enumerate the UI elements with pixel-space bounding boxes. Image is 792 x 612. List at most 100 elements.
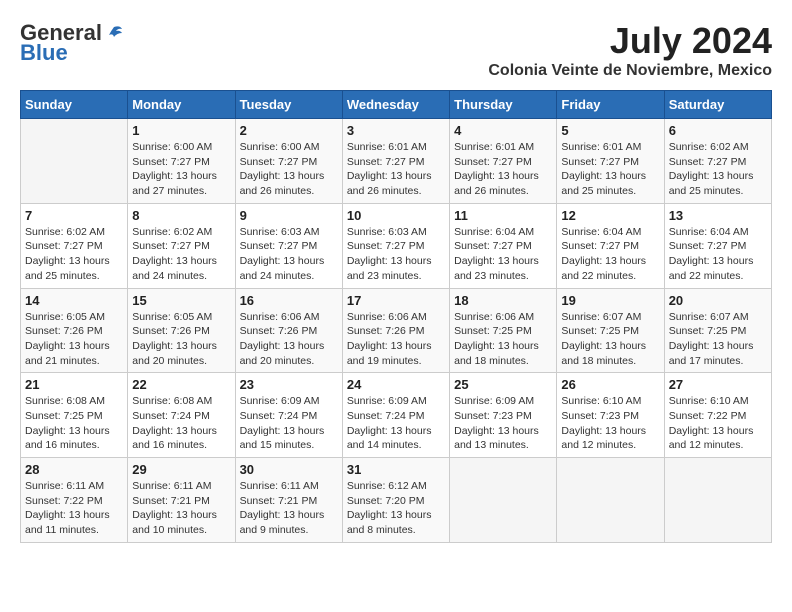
calendar-day-cell: 5Sunrise: 6:01 AMSunset: 7:27 PMDaylight… [557, 119, 664, 204]
calendar-day-cell: 6 Sunrise: 6:02 AMSunset: 7:27 PMDaylight… [664, 119, 771, 204]
day-number: 20 [669, 293, 767, 308]
day-info: Sunrise: 6:00 AMSunset: 7:27 PMDaylight:… [132, 140, 230, 199]
day-number: 3 [347, 123, 445, 138]
calendar-day-cell: 31 Sunrise: 6:12 AMSunset: 7:20 PMDayligh… [342, 458, 449, 543]
day-number: 7 [25, 208, 123, 223]
day-number: 13 [669, 208, 767, 223]
day-info: Sunrise: 6:03 AMSunset: 7:27 PMDaylight:… [240, 225, 338, 284]
day-header-wednesday: Wednesday [342, 91, 449, 119]
calendar-week-row: 14 Sunrise: 6:05 AMSunset: 7:26 PMDayligh… [21, 288, 772, 373]
day-number: 23 [240, 377, 338, 392]
calendar-header-row: SundayMondayTuesdayWednesdayThursdayFrid… [21, 91, 772, 119]
calendar-day-cell: 25Sunrise: 6:09 AMSunset: 7:23 PMDayligh… [450, 373, 557, 458]
day-info: Sunrise: 6:07 AMSunset: 7:25 PMDaylight:… [669, 310, 767, 369]
day-number: 21 [25, 377, 123, 392]
day-header-saturday: Saturday [664, 91, 771, 119]
day-info: Sunrise: 6:03 AMSunset: 7:27 PMDaylight:… [347, 225, 445, 284]
day-info: Sunrise: 6:09 AMSunset: 7:24 PMDaylight:… [240, 394, 338, 453]
day-info: Sunrise: 6:05 AMSunset: 7:26 PMDaylight:… [132, 310, 230, 369]
day-number: 28 [25, 462, 123, 477]
day-number: 29 [132, 462, 230, 477]
day-number: 31 [347, 462, 445, 477]
calendar-day-cell: 8 Sunrise: 6:02 AMSunset: 7:27 PMDaylight… [128, 203, 235, 288]
calendar-day-cell: 7 Sunrise: 6:02 AMSunset: 7:27 PMDaylight… [21, 203, 128, 288]
day-info: Sunrise: 6:04 AMSunset: 7:27 PMDaylight:… [561, 225, 659, 284]
title-area: July 2024 Colonia Veinte de Noviembre, M… [488, 20, 772, 80]
calendar-day-cell: 2Sunrise: 6:00 AMSunset: 7:27 PMDaylight… [235, 119, 342, 204]
calendar-day-cell: 29 Sunrise: 6:11 AMSunset: 7:21 PMDayligh… [128, 458, 235, 543]
day-info: Sunrise: 6:02 AMSunset: 7:27 PMDaylight:… [25, 225, 123, 284]
day-number: 4 [454, 123, 552, 138]
calendar-day-cell [557, 458, 664, 543]
day-number: 27 [669, 377, 767, 392]
day-info: Sunrise: 6:09 AMSunset: 7:24 PMDaylight:… [347, 394, 445, 453]
day-number: 30 [240, 462, 338, 477]
day-number: 24 [347, 377, 445, 392]
calendar-day-cell: 30 Sunrise: 6:11 AMSunset: 7:21 PMDayligh… [235, 458, 342, 543]
day-info: Sunrise: 6:06 AMSunset: 7:26 PMDaylight:… [347, 310, 445, 369]
day-number: 25 [454, 377, 552, 392]
day-info: Sunrise: 6:01 AMSunset: 7:27 PMDaylight:… [454, 140, 552, 199]
day-number: 14 [25, 293, 123, 308]
day-number: 17 [347, 293, 445, 308]
day-number: 8 [132, 208, 230, 223]
calendar-day-cell: 9Sunrise: 6:03 AMSunset: 7:27 PMDaylight… [235, 203, 342, 288]
location-subtitle: Colonia Veinte de Noviembre, Mexico [488, 62, 772, 80]
day-number: 16 [240, 293, 338, 308]
day-header-sunday: Sunday [21, 91, 128, 119]
day-info: Sunrise: 6:08 AMSunset: 7:25 PMDaylight:… [25, 394, 123, 453]
day-info: Sunrise: 6:11 AMSunset: 7:21 PMDaylight:… [240, 479, 338, 538]
day-info: Sunrise: 6:12 AMSunset: 7:20 PMDaylight:… [347, 479, 445, 538]
calendar-day-cell: 17 Sunrise: 6:06 AMSunset: 7:26 PMDayligh… [342, 288, 449, 373]
calendar-day-cell: 12 Sunrise: 6:04 AMSunset: 7:27 PMDayligh… [557, 203, 664, 288]
logo: General Blue [20, 20, 124, 66]
calendar-week-row: 7 Sunrise: 6:02 AMSunset: 7:27 PMDaylight… [21, 203, 772, 288]
day-info: Sunrise: 6:01 AMSunset: 7:27 PMDaylight:… [347, 140, 445, 199]
calendar-day-cell: 28Sunrise: 6:11 AMSunset: 7:22 PMDayligh… [21, 458, 128, 543]
calendar-day-cell [664, 458, 771, 543]
day-number: 18 [454, 293, 552, 308]
calendar-day-cell: 21 Sunrise: 6:08 AMSunset: 7:25 PMDayligh… [21, 373, 128, 458]
calendar-day-cell: 3 Sunrise: 6:01 AMSunset: 7:27 PMDaylight… [342, 119, 449, 204]
calendar-day-cell: 27 Sunrise: 6:10 AMSunset: 7:22 PMDayligh… [664, 373, 771, 458]
day-info: Sunrise: 6:11 AMSunset: 7:21 PMDaylight:… [132, 479, 230, 538]
calendar-day-cell: 14Sunrise: 6:05 AMSunset: 7:26 PMDayligh… [21, 288, 128, 373]
calendar-day-cell: 1Sunrise: 6:00 AMSunset: 7:27 PMDaylight… [128, 119, 235, 204]
day-info: Sunrise: 6:10 AMSunset: 7:22 PMDaylight:… [669, 394, 767, 453]
day-number: 12 [561, 208, 659, 223]
calendar-day-cell: 18 Sunrise: 6:06 AMSunset: 7:25 PMDayligh… [450, 288, 557, 373]
calendar-day-cell: 20 Sunrise: 6:07 AMSunset: 7:25 PMDayligh… [664, 288, 771, 373]
day-header-friday: Friday [557, 91, 664, 119]
day-info: Sunrise: 6:10 AMSunset: 7:23 PMDaylight:… [561, 394, 659, 453]
day-number: 2 [240, 123, 338, 138]
calendar-week-row: 28Sunrise: 6:11 AMSunset: 7:22 PMDayligh… [21, 458, 772, 543]
day-number: 19 [561, 293, 659, 308]
calendar-week-row: 1Sunrise: 6:00 AMSunset: 7:27 PMDaylight… [21, 119, 772, 204]
day-info: Sunrise: 6:02 AMSunset: 7:27 PMDaylight:… [132, 225, 230, 284]
day-header-thursday: Thursday [450, 91, 557, 119]
calendar-day-cell: 19 Sunrise: 6:07 AMSunset: 7:25 PMDayligh… [557, 288, 664, 373]
calendar-week-row: 21 Sunrise: 6:08 AMSunset: 7:25 PMDayligh… [21, 373, 772, 458]
calendar-table: SundayMondayTuesdayWednesdayThursdayFrid… [20, 90, 772, 543]
day-number: 6 [669, 123, 767, 138]
calendar-day-cell [450, 458, 557, 543]
day-header-tuesday: Tuesday [235, 91, 342, 119]
logo-blue-text: Blue [20, 40, 68, 66]
calendar-day-cell: 11 Sunrise: 6:04 AMSunset: 7:27 PMDayligh… [450, 203, 557, 288]
calendar-day-cell: 23 Sunrise: 6:09 AMSunset: 7:24 PMDayligh… [235, 373, 342, 458]
day-info: Sunrise: 6:06 AMSunset: 7:26 PMDaylight:… [240, 310, 338, 369]
calendar-body: 1Sunrise: 6:00 AMSunset: 7:27 PMDaylight… [21, 119, 772, 543]
day-info: Sunrise: 6:06 AMSunset: 7:25 PMDaylight:… [454, 310, 552, 369]
day-info: Sunrise: 6:04 AMSunset: 7:27 PMDaylight:… [454, 225, 552, 284]
calendar-day-cell: 22Sunrise: 6:08 AMSunset: 7:24 PMDayligh… [128, 373, 235, 458]
day-number: 22 [132, 377, 230, 392]
day-info: Sunrise: 6:02 AMSunset: 7:27 PMDaylight:… [669, 140, 767, 199]
month-year-title: July 2024 [488, 20, 772, 62]
calendar-day-cell: 4 Sunrise: 6:01 AMSunset: 7:27 PMDaylight… [450, 119, 557, 204]
day-info: Sunrise: 6:07 AMSunset: 7:25 PMDaylight:… [561, 310, 659, 369]
header: General Blue July 2024 Colonia Veinte de… [20, 20, 772, 80]
calendar-day-cell: 13Sunrise: 6:04 AMSunset: 7:27 PMDayligh… [664, 203, 771, 288]
day-number: 11 [454, 208, 552, 223]
day-number: 26 [561, 377, 659, 392]
calendar-day-cell: 15Sunrise: 6:05 AMSunset: 7:26 PMDayligh… [128, 288, 235, 373]
